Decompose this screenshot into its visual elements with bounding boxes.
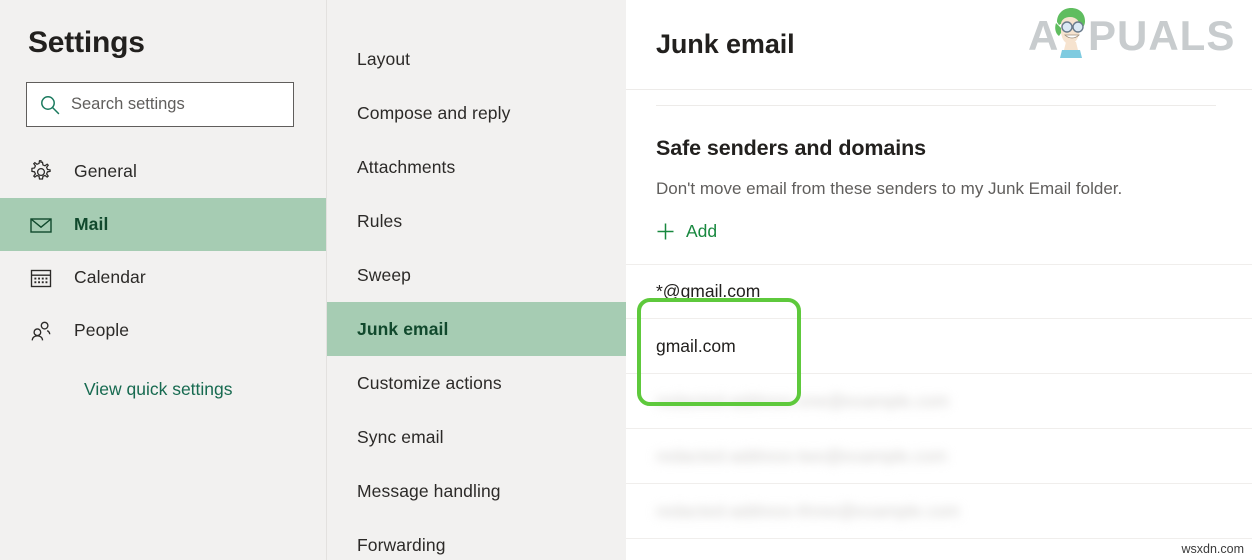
sidebar-item-general[interactable]: General [0,145,326,198]
gear-icon [28,159,54,185]
list-item[interactable]: redacted-address-one@example.com [626,374,1252,429]
mail-subnav: Layout Compose and reply Attachments Rul… [326,0,626,560]
subnav-item-label: Junk email [357,318,449,339]
settings-window: Settings G [0,0,1252,560]
calendar-icon [28,265,54,291]
section-description: Don't move email from these senders to m… [656,179,1123,198]
sender-value: redacted-address-two@example.com [656,445,948,466]
svg-text:PUALS: PUALS [1088,12,1235,59]
junk-email-panel: Junk email Safe senders and domains Don'… [626,0,1252,560]
subnav-item-sync-email[interactable]: Sync email [327,410,626,464]
subnav-item-rules[interactable]: Rules [327,194,626,248]
watermark: wsxdn.com [1181,542,1244,556]
sender-value: gmail.com [656,335,736,356]
subnav-item-label: Rules [357,210,403,231]
list-item[interactable]: redacted-address-two@example.com [626,429,1252,484]
subnav-item-label: Compose and reply [357,102,511,123]
envelope-icon [28,212,54,238]
subnav-item-label: Forwarding [357,534,446,555]
plus-icon [656,222,675,241]
add-button-label: Add [686,221,718,241]
sidebar-item-people[interactable]: People [0,304,326,357]
search-icon [39,94,61,116]
sidebar-item-label: Mail [74,214,109,234]
settings-sidebar: Settings G [0,0,326,560]
safe-senders-list: *@gmail.com gmail.com redacted-address-o… [626,264,1252,539]
settings-nav-list: General Mail Calendar People [0,145,326,357]
appuals-logo: A PUALS [1026,6,1250,62]
subnav-item-label: Sweep [357,264,412,285]
subnav-item-message-handling[interactable]: Message handling [327,464,626,518]
subnav-item-customize-actions[interactable]: Customize actions [327,356,626,410]
add-safe-sender-button[interactable]: Add [626,199,717,242]
svg-text:A: A [1028,12,1059,59]
list-item[interactable]: redacted-address-three@example.com [626,484,1252,539]
subnav-item-forwarding[interactable]: Forwarding [327,518,626,560]
search-input[interactable] [71,83,281,126]
subnav-item-label: Customize actions [357,372,502,393]
sender-value: redacted-address-three@example.com [656,500,960,521]
sidebar-item-label: Calendar [74,267,146,287]
subnav-item-attachments[interactable]: Attachments [327,140,626,194]
section-heading: Safe senders and domains [656,136,927,160]
subnav-item-label: Attachments [357,156,456,177]
sidebar-item-mail[interactable]: Mail [0,198,326,251]
subnav-item-compose-and-reply[interactable]: Compose and reply [327,86,626,140]
sender-value: redacted-address-one@example.com [656,390,950,411]
subnav-item-sweep[interactable]: Sweep [327,248,626,302]
panel-title: Junk email [656,29,795,59]
people-icon [28,318,54,344]
page-title: Settings [28,26,145,59]
list-item[interactable]: *@gmail.com [626,264,1252,319]
subnav-item-label: Sync email [357,426,444,447]
subnav-item-label: Layout [357,48,411,69]
sidebar-item-label: General [74,161,137,181]
subnav-item-junk-email[interactable]: Junk email [327,302,626,356]
sender-value: *@gmail.com [656,281,761,301]
search-settings-box[interactable] [26,82,294,127]
sidebar-item-calendar[interactable]: Calendar [0,251,326,304]
subnav-item-layout[interactable]: Layout [327,32,626,86]
sidebar-item-label: People [74,320,130,340]
list-item[interactable]: gmail.com [626,319,1252,374]
subnav-item-label: Message handling [357,480,501,501]
view-quick-settings-link[interactable]: View quick settings [84,379,233,400]
